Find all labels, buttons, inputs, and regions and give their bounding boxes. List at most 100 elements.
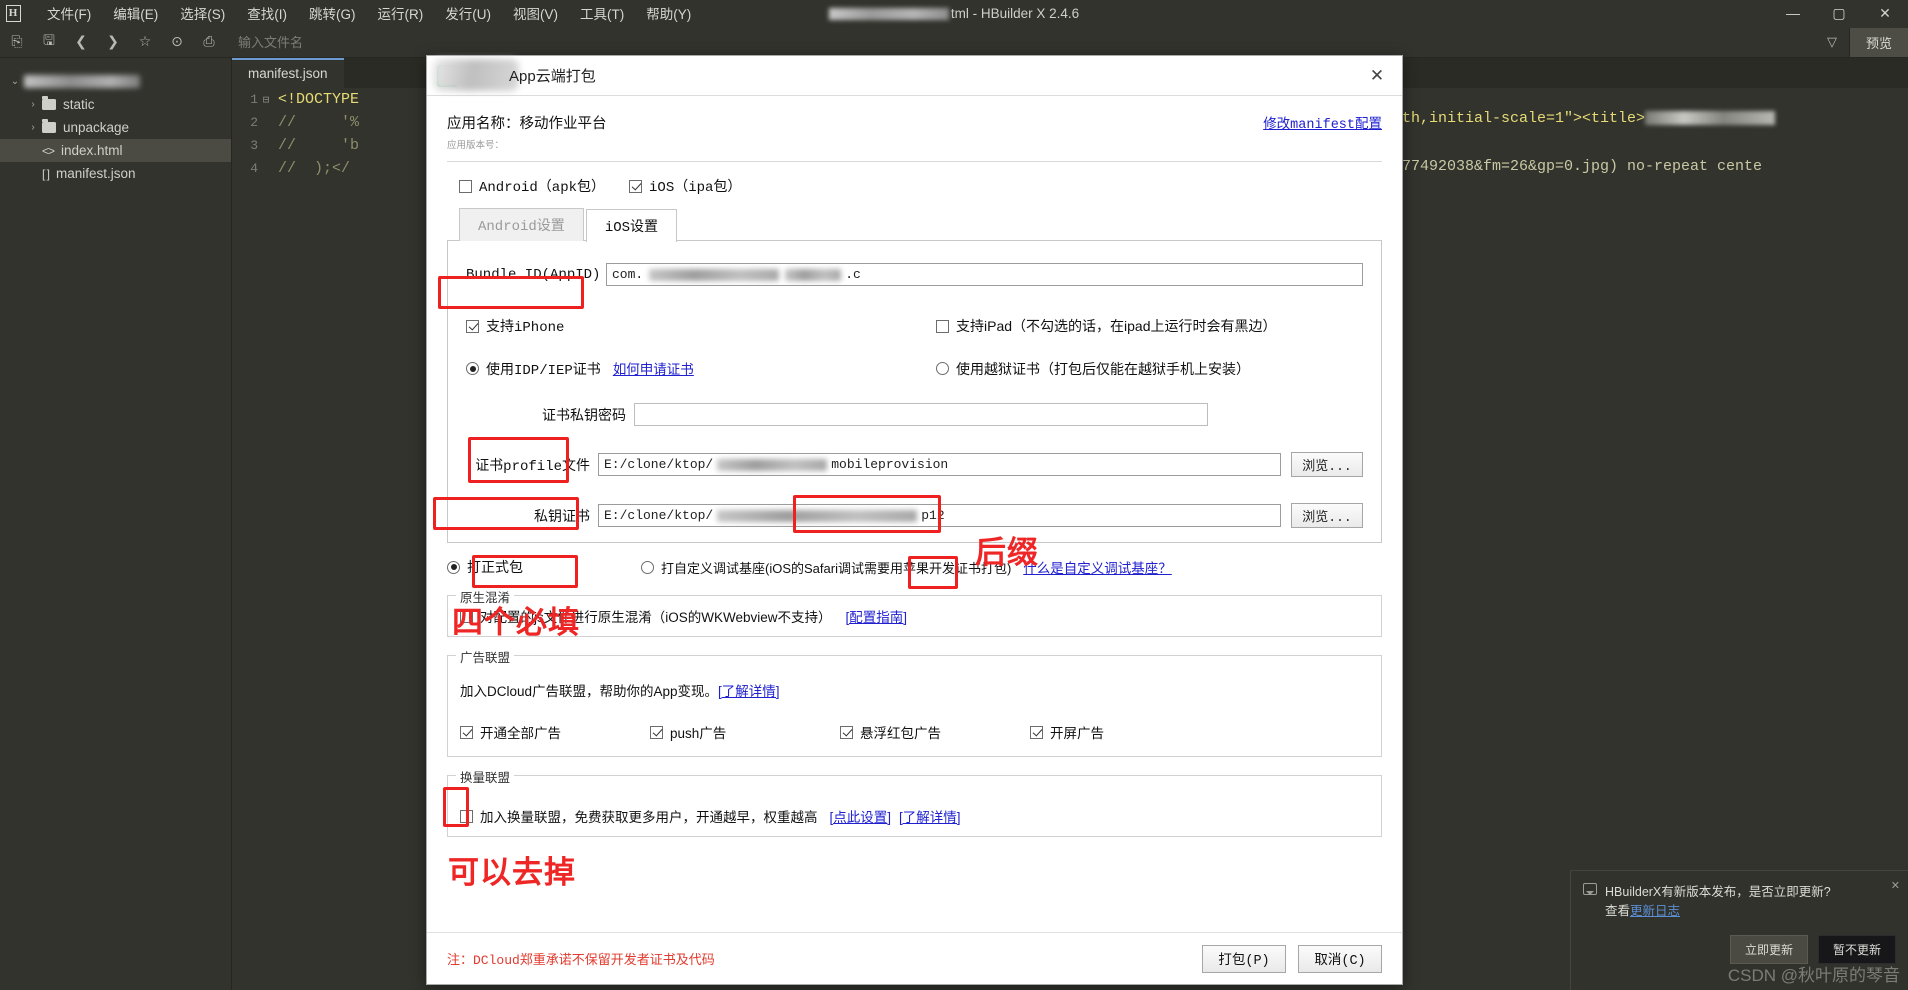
run-icon[interactable]: ⊙: [162, 29, 192, 55]
radio-custom-base-button[interactable]: [641, 560, 654, 574]
menu-find[interactable]: 查找(I): [236, 0, 298, 27]
star-icon[interactable]: ☆: [130, 29, 160, 55]
cert-password-input[interactable]: [634, 403, 1208, 426]
package-mode-row: 打正式包 打自定义调试基座(iOS的Safari调试需要用苹果开发证书打包) 什…: [447, 557, 1382, 577]
menu-view[interactable]: 视图(V): [502, 0, 569, 27]
tab-android-settings[interactable]: Android设置: [459, 208, 584, 241]
ad-alliance-details-link[interactable]: [了解详情]: [718, 684, 780, 699]
tab-ios-settings[interactable]: iOS设置: [585, 209, 678, 242]
back-icon[interactable]: ❮: [66, 29, 96, 55]
menu-file[interactable]: 文件(F): [36, 0, 102, 27]
bundle-id-value-prefix: com.: [612, 267, 644, 282]
checkbox-traffic-alliance[interactable]: 加入换量联盟，免费获取更多用户，开通越早，权重越高 [点此设置] [了解详情]: [460, 806, 1369, 826]
chevron-right-icon[interactable]: ›: [24, 99, 42, 110]
radio-jailbreak-cert[interactable]: 使用越狱证书（打包后仅能在越狱手机上安装）: [936, 358, 1250, 379]
what-is-custom-base-link[interactable]: 什么是自定义调试基座？: [1023, 557, 1172, 577]
obfuscation-guide-link[interactable]: [配置指南]: [846, 606, 908, 626]
minimize-icon[interactable]: —: [1770, 0, 1816, 26]
checkbox-android-box[interactable]: [459, 179, 472, 193]
toast-close-icon[interactable]: ✕: [1891, 879, 1900, 892]
menu-tools[interactable]: 工具(T): [569, 0, 635, 27]
radio-formal-package-button[interactable]: [447, 560, 460, 574]
checkbox-all-ads-box[interactable]: [460, 725, 473, 739]
checkbox-iphone-label: 支持iPhone: [486, 320, 565, 336]
menu-select[interactable]: 选择(S): [169, 0, 236, 27]
update-now-button[interactable]: 立即更新: [1729, 935, 1808, 964]
checkbox-iphone[interactable]: 支持iPhone: [466, 316, 936, 336]
tree-item-project-root[interactable]: ⌄: [0, 70, 231, 93]
checkbox-splash-ads[interactable]: 开屏广告: [1030, 722, 1104, 742]
checkbox-ipad-box[interactable]: [936, 319, 949, 333]
private-key-input[interactable]: E:/clone/ktop/ p12: [598, 504, 1281, 527]
tree-item-static[interactable]: › static: [0, 93, 231, 116]
fold-icon[interactable]: ⊟: [258, 93, 274, 107]
forward-icon[interactable]: ❯: [98, 29, 128, 55]
checkbox-traffic-alliance-box[interactable]: [460, 809, 473, 823]
how-to-apply-cert-link[interactable]: 如何申请证书: [613, 358, 694, 379]
checkbox-push-ads-box[interactable]: [650, 725, 663, 739]
platform-checkbox-row: Android（apk包） iOS（ipa包）: [459, 176, 1382, 196]
menu-goto[interactable]: 跳转(G): [298, 0, 367, 27]
tree-item-label-index-html: index.html: [61, 143, 123, 158]
checkbox-ipad[interactable]: 支持iPad（不勾选的话，在ipad上运行时会有黑边）: [936, 316, 1277, 336]
profile-file-browse-button[interactable]: 浏览...: [1291, 452, 1363, 477]
menu-bar[interactable]: 文件(F) 编辑(E) 选择(S) 查找(I) 跳转(G) 运行(R) 发行(U…: [36, 0, 702, 27]
checkbox-all-ads[interactable]: 开通全部广告: [460, 722, 650, 742]
bundle-id-input[interactable]: com. .c: [606, 263, 1363, 286]
filename-input[interactable]: 输入文件名: [238, 32, 303, 51]
menu-edit[interactable]: 编辑(E): [102, 0, 169, 27]
window-controls[interactable]: — ▢ ✕: [1770, 0, 1908, 26]
filter-icon[interactable]: ▽: [1815, 34, 1849, 50]
dialog-close-icon[interactable]: ✕: [1366, 65, 1388, 87]
radio-idp-cert-button[interactable]: [466, 362, 479, 375]
toast-changelog-link[interactable]: 更新日志: [1630, 904, 1680, 918]
dialog-footer: 注：DCloud郑重承诺不保留开发者证书及代码 打包(P) 取消(C): [427, 932, 1402, 984]
menu-run[interactable]: 运行(R): [367, 0, 435, 27]
radio-formal-package[interactable]: 打正式包: [447, 557, 641, 577]
bundle-id-value-suffix: .c: [845, 267, 861, 282]
checkbox-iphone-box[interactable]: [466, 319, 479, 333]
code-text: // 'b: [278, 137, 360, 154]
editor-tab-manifest-json[interactable]: manifest.json: [232, 58, 344, 88]
profile-file-input[interactable]: E:/clone/ktop/ mobileprovision: [598, 453, 1281, 476]
tree-item-unpackage[interactable]: › unpackage: [0, 116, 231, 139]
preview-doc-icon[interactable]: ⎙: [194, 29, 224, 55]
radio-custom-base[interactable]: 打自定义调试基座(iOS的Safari调试需要用苹果开发证书打包) 什么是自定义…: [641, 557, 1172, 577]
traffic-alliance-details-link[interactable]: [了解详情]: [899, 806, 961, 826]
code-text: // '%: [278, 114, 360, 131]
update-later-button[interactable]: 暂不更新: [1817, 935, 1896, 964]
menu-publish[interactable]: 发行(U): [434, 0, 502, 27]
chevron-down-icon[interactable]: ⌄: [6, 76, 24, 87]
private-key-label: 私钥证书: [534, 509, 590, 526]
tree-item-index-html[interactable]: <> index.html: [0, 139, 231, 162]
checkbox-splash-ads-box[interactable]: [1030, 725, 1043, 739]
cancel-button[interactable]: 取消(C): [1298, 944, 1382, 973]
maximize-icon[interactable]: ▢: [1816, 0, 1862, 26]
checkbox-obfuscation[interactable]: 对配置的js文件进行原生混淆（iOS的WKWebview不支持） [配置指南]: [460, 606, 1369, 626]
preview-button[interactable]: 预览: [1848, 27, 1908, 57]
toast-message-row: HBuilderX有新版本发布，是否立即更新? 查看更新日志 ✕: [1583, 880, 1900, 919]
checkbox-push-ads[interactable]: push广告: [650, 722, 840, 742]
traffic-alliance-legend: 换量联盟: [456, 767, 515, 786]
private-key-browse-button[interactable]: 浏览...: [1291, 503, 1363, 528]
package-button[interactable]: 打包(P): [1202, 944, 1286, 973]
checkbox-float-redpacket-ads[interactable]: 悬浮红包广告: [840, 722, 1030, 742]
checkbox-ios[interactable]: iOS（ipa包）: [629, 176, 741, 196]
radio-idp-cert[interactable]: 使用IDP/IEP证书 如何申请证书: [466, 358, 936, 379]
tree-item-manifest-json[interactable]: [ ] manifest.json: [0, 162, 231, 185]
checkbox-android[interactable]: Android（apk包）: [459, 176, 605, 196]
checkbox-float-redpacket-ads-box[interactable]: [840, 725, 853, 739]
chevron-right-icon[interactable]: ›: [24, 122, 42, 133]
profile-file-label: 证书profile文件: [475, 458, 590, 475]
save-icon[interactable]: 🖫: [34, 29, 64, 55]
traffic-alliance-settings-link[interactable]: [点此设置]: [830, 806, 892, 826]
code-fragment-viewport: width,initial-scale=1"><title>: [1375, 110, 1776, 127]
profile-file-row: 证书profile文件 E:/clone/ktop/ mobileprovisi…: [466, 452, 1363, 477]
checkbox-ios-box[interactable]: [629, 179, 643, 193]
modify-manifest-link[interactable]: 修改manifest配置: [1263, 112, 1382, 133]
ad-alliance-description-row: 加入DCloud广告联盟，帮助你的App变现。[了解详情]: [460, 680, 1369, 700]
menu-help[interactable]: 帮助(Y): [635, 0, 702, 27]
close-icon[interactable]: ✕: [1862, 0, 1908, 26]
radio-jailbreak-cert-button[interactable]: [936, 362, 949, 375]
new-file-icon[interactable]: ⎘: [2, 29, 32, 55]
